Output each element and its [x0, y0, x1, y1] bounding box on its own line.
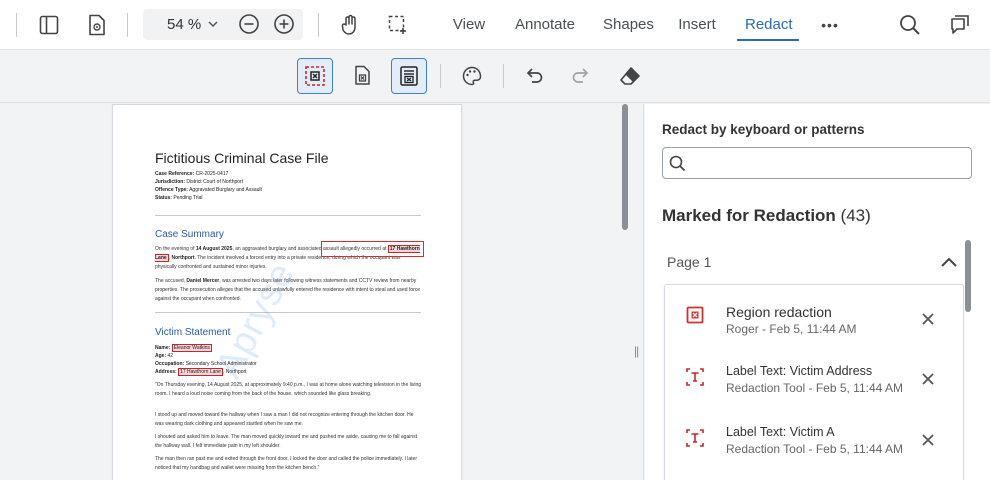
divider [127, 13, 128, 37]
document-page[interactable]: Fictitious Criminal Case File Case Refer… [112, 104, 462, 480]
text-redaction-icon [400, 66, 418, 86]
item-title: Label Text: Victim Address [726, 364, 873, 378]
panel-scrollbar[interactable] [965, 240, 971, 312]
close-icon[interactable] [921, 433, 935, 447]
zoom-value[interactable]: 54 % [167, 16, 201, 33]
victim-name: Name: Eleanor Watkins [155, 344, 212, 352]
statement-paragraph-2: I stood up and moved toward the hallway … [155, 412, 414, 427]
comments-icon [951, 15, 969, 34]
document-title: Fictitious Criminal Case File [155, 150, 329, 166]
meta-offence-type: Offence Type: Aggravated Burglary and As… [155, 187, 262, 193]
zoom-in-button[interactable] [272, 12, 296, 36]
list-item[interactable]: Label Text: Victim Address Redaction Too… [665, 353, 965, 409]
chevron-down-icon[interactable] [207, 14, 219, 37]
search-document-button[interactable] [896, 0, 924, 50]
victim-statement-heading: Victim Statement [155, 327, 231, 338]
eraser-button[interactable] [612, 58, 648, 94]
divider [16, 13, 17, 37]
item-subtitle: Roger - Feb 5, 11:44 AM [726, 322, 857, 336]
text-redaction-icon [685, 428, 705, 448]
sidebar-panel-icon [39, 15, 59, 35]
close-icon[interactable] [921, 372, 935, 386]
statement-paragraph-3: I shouted and asked him to leave. The ma… [155, 434, 418, 449]
undo-button[interactable] [516, 58, 552, 94]
item-subtitle: Redaction Tool - Feb 5, 11:44 AM [726, 381, 903, 395]
marquee-select-icon [388, 15, 406, 34]
document-settings-button[interactable] [84, 0, 110, 50]
top-toolbar: 54 % View Annotate Shapes Insert Redact … [0, 0, 990, 50]
watermark: Apryse [208, 255, 304, 385]
meta-jurisdiction: Jurisdiction: District Court of Northpor… [155, 179, 244, 185]
minus-circle-icon [239, 14, 259, 34]
region-redaction-icon [305, 66, 325, 86]
pattern-search-box[interactable] [662, 147, 972, 179]
pan-tool-button[interactable] [337, 0, 363, 50]
tab-view[interactable]: View [452, 0, 486, 50]
region-redaction-tool-button[interactable] [297, 58, 333, 94]
text-redaction-tool-button[interactable] [391, 58, 427, 94]
meta-status: Status: Pending Trial [155, 195, 203, 201]
region-redaction-icon [685, 305, 705, 325]
palette-icon [462, 66, 482, 86]
redaction-list: Region redaction Roger - Feb 5, 11:44 AM… [664, 284, 964, 480]
divider [440, 64, 441, 88]
eraser-icon [620, 67, 640, 85]
redo-button[interactable] [563, 58, 599, 94]
list-item[interactable]: Region redaction Roger - Feb 5, 11:44 AM [665, 291, 965, 347]
region-redaction-box[interactable] [321, 241, 424, 257]
zoom-out-button[interactable] [237, 12, 261, 36]
case-summary-heading: Case Summary [155, 229, 224, 240]
statement-paragraph-1: "On Thursday evening, 14 August 2025, at… [155, 382, 422, 397]
page-redaction-icon [355, 65, 370, 85]
close-icon[interactable] [921, 312, 935, 326]
redaction-mark: Eleanor Watkins [171, 344, 212, 352]
panel-resize-handle[interactable]: || [630, 104, 644, 480]
chevron-up-icon[interactable] [939, 255, 959, 274]
tab-insert[interactable]: Insert [677, 0, 717, 50]
list-item[interactable]: Label Text: Victim A Redaction Tool - Fe… [665, 414, 965, 470]
more-options-button[interactable]: ••• [816, 0, 844, 50]
redaction-count: (43) [840, 206, 871, 225]
search-icon [900, 15, 920, 35]
divider [155, 215, 421, 216]
divider [155, 312, 421, 313]
drag-handle-icon: || [634, 344, 639, 358]
meta-case-reference: Case Reference: CR-2025-0417 [155, 171, 229, 177]
divider [503, 64, 504, 88]
redaction-panel: Redact by keyboard or patterns Marked fo… [645, 104, 990, 480]
text-redaction-icon [685, 367, 705, 387]
document-scrollbar[interactable] [622, 104, 628, 230]
marked-for-redaction-heading: Marked for Redaction (43) [662, 206, 871, 225]
toggle-sidebar-button[interactable] [36, 0, 62, 50]
search-icon [669, 155, 686, 177]
document-gear-icon [89, 14, 105, 36]
item-subtitle: Redaction Tool - Feb 5, 11:44 AM [726, 442, 903, 456]
hand-icon [341, 14, 356, 35]
document-viewer[interactable]: Fictitious Criminal Case File Case Refer… [0, 104, 630, 480]
zoom-control: 54 % [143, 9, 303, 40]
comments-button[interactable] [946, 0, 974, 50]
statement-paragraph-4: The man then ran past me and exited thro… [155, 456, 418, 471]
style-button[interactable] [454, 58, 490, 94]
divider [318, 13, 319, 37]
item-title: Label Text: Victim A [726, 425, 835, 439]
redo-icon [572, 68, 589, 83]
page-redaction-tool-button[interactable] [345, 58, 381, 94]
pattern-search-input[interactable] [691, 152, 961, 174]
tab-annotate[interactable]: Annotate [514, 0, 576, 50]
tab-redact[interactable]: Redact [737, 0, 799, 50]
tab-shapes[interactable]: Shapes [603, 0, 654, 50]
item-title: Region redaction [726, 304, 832, 320]
marquee-zoom-button[interactable] [385, 0, 411, 50]
plus-circle-icon [274, 14, 294, 34]
redact-toolbar [0, 50, 990, 103]
page-group-label[interactable]: Page 1 [667, 254, 711, 270]
undo-icon [526, 68, 543, 83]
panel-heading: Redact by keyboard or patterns [662, 122, 865, 137]
victim-age: Age: 42 [155, 353, 174, 359]
